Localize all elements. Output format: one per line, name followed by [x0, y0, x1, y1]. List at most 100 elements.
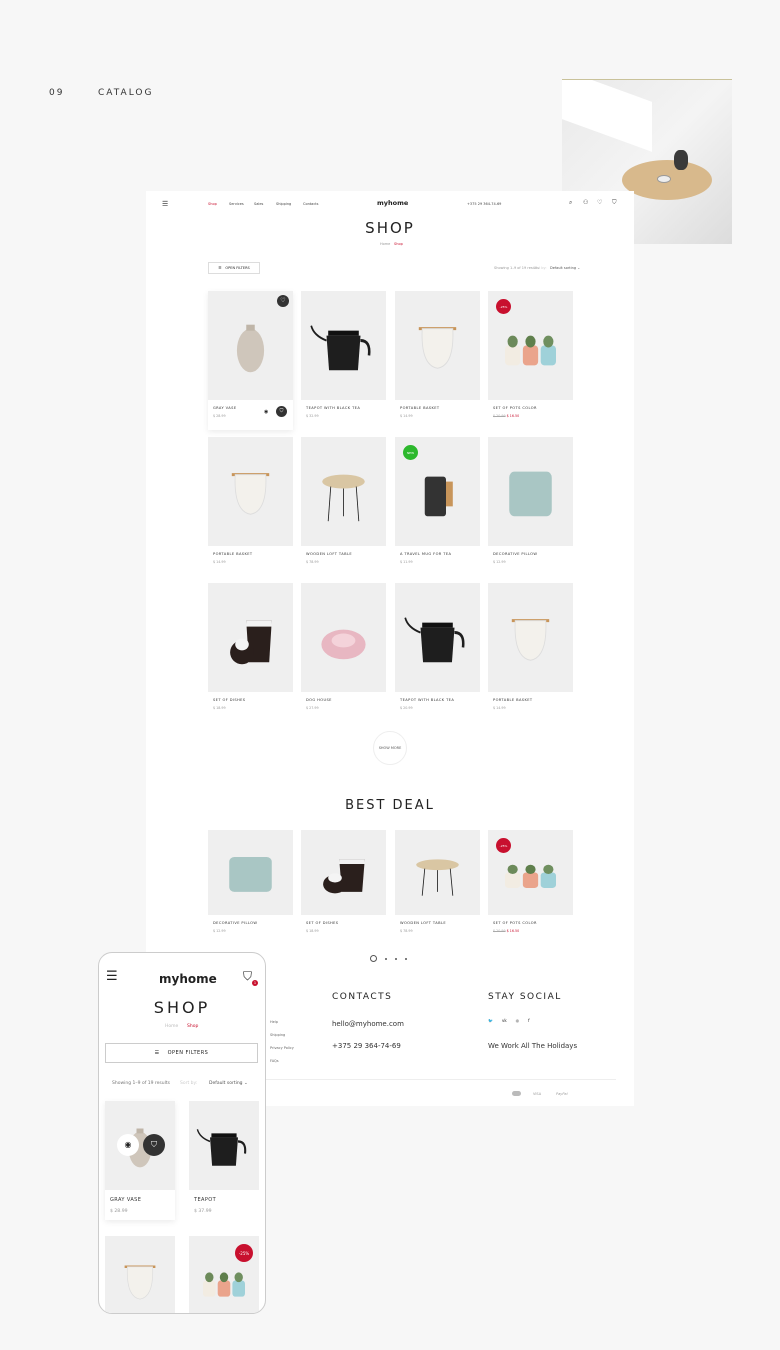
open-filters-button[interactable]: ☰ OPEN FILTERS [105, 1043, 258, 1063]
product-name[interactable]: SET OF POTS COLOR [493, 406, 537, 410]
sale-price: $ 16.50 [506, 414, 520, 418]
twitter-icon[interactable]: 🐦 [488, 1018, 493, 1023]
footer-link-faqs[interactable]: FAQs [270, 1059, 279, 1063]
logo[interactable]: myhome [159, 972, 217, 986]
product-image[interactable] [301, 583, 386, 692]
product-card[interactable]: PORTABLE BASKET $ 14.99 [488, 583, 573, 722]
product-name[interactable]: PORTABLE BASKET [493, 698, 533, 702]
product-name[interactable]: TEAPOT WITH BLACK TEA [400, 698, 454, 702]
product-name[interactable]: GRAY VASE [213, 406, 237, 410]
product-name[interactable]: TEAPOT [194, 1197, 216, 1203]
eye-icon[interactable]: ◉ [264, 409, 268, 415]
footer-link-privacy[interactable]: Privacy Policy [270, 1046, 294, 1050]
eye-icon[interactable]: ◉ [117, 1134, 139, 1156]
product-card[interactable]: PORTABLE BASKET $ 14.99 [395, 291, 480, 430]
product-name[interactable]: PORTABLE BASKET [213, 552, 253, 556]
product-card[interactable]: TEAPOT $ 37.99 [189, 1101, 259, 1220]
product-image[interactable] [395, 830, 480, 915]
product-image[interactable] [208, 830, 293, 915]
product-card[interactable]: PORTABLE BASKET $ 14.99 [208, 437, 293, 576]
product-card[interactable] [105, 1236, 175, 1313]
product-image[interactable] [208, 583, 293, 692]
product-name[interactable]: DECORATIVE PILLOW [493, 552, 537, 556]
product-name[interactable]: SET OF DISHES [306, 921, 339, 925]
product-name[interactable]: DOG HOUSE [306, 698, 332, 702]
product-name[interactable]: PORTABLE BASKET [400, 406, 440, 410]
bag-icon[interactable]: ⛉ [143, 1134, 165, 1156]
teapot-image [404, 617, 465, 663]
product-card[interactable]: DECORATIVE PILLOW $ 12.99 [488, 437, 573, 576]
bag-icon[interactable]: ⛉ [243, 969, 252, 984]
product-image[interactable] [488, 583, 573, 692]
instagram-icon[interactable]: ◎ [516, 1018, 520, 1023]
dishes-image [230, 620, 272, 665]
product-card[interactable]: TEAPOT WITH BLACK TEA $ 20.99 [395, 583, 480, 722]
product-card[interactable]: TEAPOT WITH BLACK TEA $ 32.99 [301, 291, 386, 430]
product-card[interactable]: SET OF DISHES $ 18.99 [301, 830, 386, 945]
product-name[interactable]: WOODEN LOFT TABLE [306, 552, 352, 556]
product-image[interactable] [301, 830, 386, 915]
product-name[interactable]: SET OF POTS COLOR [493, 921, 537, 925]
nav-contacts[interactable]: Contacts [303, 202, 318, 206]
product-name[interactable]: DECORATIVE PILLOW [213, 921, 257, 925]
product-card[interactable]: ♡ ◉ ⛉ GRAY VASE $ 28.99 [208, 291, 293, 430]
dot[interactable] [405, 957, 407, 960]
facebook-icon[interactable]: f [528, 1018, 529, 1023]
user-icon[interactable]: ⚇ [583, 199, 588, 206]
show-more-button[interactable]: SHOW MORE [373, 731, 407, 765]
product-name[interactable]: A TRAVEL MUG FOR TEA [400, 552, 451, 556]
product-image[interactable] [395, 291, 480, 400]
product-name[interactable]: TEAPOT WITH BLACK TEA [306, 406, 360, 410]
breadcrumb-home[interactable]: Home [165, 1024, 178, 1029]
open-filters-button[interactable]: ☰ OPEN FILTERS [208, 262, 260, 274]
product-price: $ 28.99 [213, 414, 226, 418]
sort-select[interactable]: Default sorting ⌄ [550, 266, 580, 270]
product-image[interactable] [105, 1236, 175, 1313]
contacts-title: CONTACTS [332, 992, 393, 1002]
search-icon[interactable]: ⌕ [569, 199, 572, 207]
page-title: SHOP [365, 219, 415, 237]
footer-link-help[interactable]: Help [270, 1020, 278, 1024]
product-name[interactable]: SET OF DISHES [213, 698, 246, 702]
product-image[interactable] [301, 291, 386, 400]
product-card[interactable]: WOODEN LOFT TABLE $ 78.99 [301, 437, 386, 576]
nav-shop[interactable]: Shop [208, 202, 217, 206]
menu-icon[interactable]: ☰ [162, 200, 168, 208]
product-card[interactable]: -25% [189, 1236, 259, 1313]
product-image[interactable] [488, 437, 573, 546]
product-card[interactable]: ◉ ⛉ GRAY VASE $ 28.99 [105, 1101, 175, 1220]
product-card[interactable]: SET OF DISHES $ 18.99 [208, 583, 293, 722]
nav-shipping[interactable]: Shipping [276, 202, 291, 206]
product-name[interactable]: WOODEN LOFT TABLE [400, 921, 446, 925]
product-card[interactable]: -25% SET OF POTS COLOR $ 20.99 $ 16.50 [488, 291, 573, 430]
logo[interactable]: myhome [377, 199, 408, 207]
footer-phone[interactable]: +375 29 364-74-69 [332, 1042, 401, 1050]
product-card[interactable]: NEW A TRAVEL MUG FOR TEA $ 11.99 [395, 437, 480, 576]
dot[interactable] [395, 957, 397, 960]
sort-select[interactable]: Default sorting ⌄ [209, 1081, 248, 1086]
product-image[interactable] [208, 291, 293, 400]
footer-link-shipping[interactable]: Shipping [270, 1033, 285, 1037]
bag-icon[interactable]: ⛉ [612, 199, 617, 207]
product-card[interactable]: -25% SET OF POTS COLOR $ 20.99 $ 16.50 [488, 830, 573, 945]
product-image[interactable] [301, 437, 386, 546]
nav-sales[interactable]: Sales [254, 202, 263, 206]
product-image[interactable] [208, 437, 293, 546]
bag-icon[interactable]: ⛉ [276, 406, 287, 417]
menu-icon[interactable]: ☰ [106, 969, 118, 984]
product-name[interactable]: GRAY VASE [110, 1197, 141, 1203]
dot-active[interactable] [370, 955, 377, 962]
heart-icon[interactable]: ♡ [277, 295, 289, 307]
product-image[interactable] [189, 1101, 259, 1190]
breadcrumb-home[interactable]: Home [380, 242, 390, 246]
dot[interactable] [385, 957, 387, 960]
product-card[interactable]: WOODEN LOFT TABLE $ 78.99 [395, 830, 480, 945]
nav-services[interactable]: Services [229, 202, 244, 206]
vk-icon[interactable]: vk [502, 1018, 507, 1023]
footer-email[interactable]: hello@myhome.com [332, 1020, 404, 1028]
product-card[interactable]: DECORATIVE PILLOW $ 12.99 [208, 830, 293, 945]
heart-icon[interactable]: ♡ [597, 199, 602, 206]
product-card[interactable]: DOG HOUSE $ 27.99 [301, 583, 386, 722]
header-phone[interactable]: +375 29 364-74-69 [467, 202, 501, 206]
product-image[interactable] [395, 583, 480, 692]
